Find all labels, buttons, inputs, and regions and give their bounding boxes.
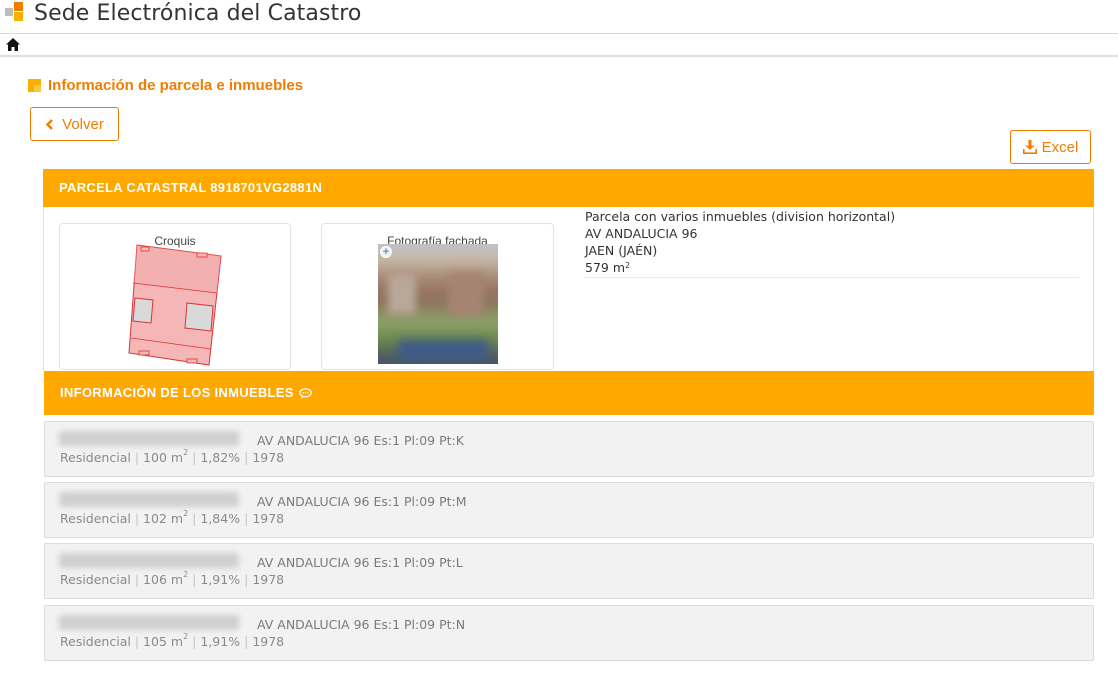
inmueble-area: 105 m (143, 634, 184, 649)
comment-icon[interactable] (298, 387, 312, 399)
excel-button[interactable]: Excel (1010, 130, 1091, 164)
section-square-icon (28, 79, 41, 92)
parcela-header: PARCELA CATASTRAL 8918701VG2881N (43, 169, 1094, 207)
meta-separator: | (192, 572, 197, 587)
inmueble-area-sup: 2 (183, 448, 189, 457)
facade-photo[interactable] (378, 244, 498, 364)
inmueble-row[interactable]: AV ANDALUCIA 96 Es:1 Pl:09 Pt:L Residenc… (44, 543, 1094, 599)
excel-button-label: Excel (1041, 138, 1079, 156)
meta-separator: | (192, 450, 197, 465)
meta-separator: | (244, 572, 249, 587)
meta-separator: | (134, 634, 140, 649)
zoom-in-icon[interactable]: + (380, 246, 392, 258)
inmueble-ref-redacted (59, 553, 239, 568)
inmueble-year: 1978 (252, 634, 285, 649)
inmueble-address: AV ANDALUCIA 96 Es:1 Pl:09 Pt:N (257, 617, 466, 632)
inmueble-ref-redacted (59, 431, 239, 446)
inmueble-use: Residencial (60, 450, 131, 465)
inmueble-share: 1,91% (200, 572, 241, 587)
inmueble-row[interactable]: AV ANDALUCIA 96 Es:1 Pl:09 Pt:K Residenc… (44, 421, 1094, 477)
back-button[interactable]: Volver (30, 107, 119, 141)
inmueble-area-sup: 2 (183, 632, 189, 641)
inmueble-area: 106 m (143, 572, 184, 587)
back-button-label: Volver (62, 115, 104, 133)
inmueble-meta: Residencial | 106 m2 | 1,91% | 1978 (60, 570, 285, 587)
meta-separator: | (134, 511, 140, 526)
parcela-description: Parcela con varios inmuebles (division h… (585, 209, 896, 224)
inmueble-area: 100 m (143, 450, 184, 465)
meta-separator: | (244, 511, 249, 526)
section-title-text: Información de parcela e inmuebles (48, 77, 304, 94)
parcela-area-value: 579 m (585, 260, 626, 275)
inmuebles-header: INFORMACIÓN DE LOS INMUEBLES (44, 371, 1094, 415)
inmueble-year: 1978 (252, 572, 285, 587)
meta-separator: | (244, 450, 249, 465)
download-icon (1022, 140, 1037, 154)
inmuebles-heading: INFORMACIÓN DE LOS INMUEBLES (60, 385, 294, 400)
chevron-left-icon (45, 118, 53, 130)
section-title: Información de parcela e inmuebles (28, 77, 303, 94)
inmueble-ref-redacted (59, 492, 239, 507)
meta-separator: | (244, 634, 249, 649)
info-divider (585, 277, 1079, 278)
parcel-sketch[interactable] (127, 243, 223, 367)
inmueble-meta: Residencial | 100 m2 | 1,82% | 1978 (60, 448, 285, 465)
inmueble-use: Residencial (60, 634, 131, 649)
home-icon[interactable] (6, 38, 20, 51)
inmueble-address: AV ANDALUCIA 96 Es:1 Pl:09 Pt:M (257, 494, 467, 509)
inmueble-share: 1,82% (200, 450, 241, 465)
inmueble-area: 102 m (143, 511, 184, 526)
inmueble-meta: Residencial | 105 m2 | 1,91% | 1978 (60, 632, 285, 649)
meta-separator: | (134, 572, 140, 587)
meta-separator: | (192, 634, 197, 649)
inmueble-address: AV ANDALUCIA 96 Es:1 Pl:09 Pt:K (257, 433, 464, 448)
nav-bar (0, 35, 1118, 57)
inmueble-ref-redacted (59, 615, 239, 630)
inmueble-meta: Residencial | 102 m2 | 1,84% | 1978 (60, 509, 285, 526)
catastro-logo (5, 2, 27, 24)
inmueble-use: Residencial (60, 572, 131, 587)
inmueble-row[interactable]: AV ANDALUCIA 96 Es:1 Pl:09 Pt:M Residenc… (44, 482, 1094, 538)
inmueble-year: 1978 (252, 450, 285, 465)
parcela-area-sup: 2 (625, 261, 631, 270)
inmueble-share: 1,91% (200, 634, 241, 649)
meta-separator: | (192, 511, 197, 526)
parcela-info: Parcela con varios inmuebles (division h… (585, 208, 1079, 276)
parcela-area: 579 m2 (585, 259, 1079, 276)
inmueble-row[interactable]: AV ANDALUCIA 96 Es:1 Pl:09 Pt:N Residenc… (44, 605, 1094, 661)
inmueble-year: 1978 (252, 511, 285, 526)
parcela-city: JAEN (JAÉN) (585, 243, 658, 258)
site-title: Sede Electrónica del Catastro (34, 1, 362, 26)
inmueble-share: 1,84% (200, 511, 241, 526)
inmueble-use: Residencial (60, 511, 131, 526)
meta-separator: | (134, 450, 140, 465)
top-header: Sede Electrónica del Catastro (0, 0, 1118, 34)
inmueble-area-sup: 2 (183, 509, 189, 518)
parcela-address: AV ANDALUCIA 96 (585, 226, 698, 241)
inmueble-area-sup: 2 (183, 570, 189, 579)
inmueble-address: AV ANDALUCIA 96 Es:1 Pl:09 Pt:L (257, 555, 463, 570)
